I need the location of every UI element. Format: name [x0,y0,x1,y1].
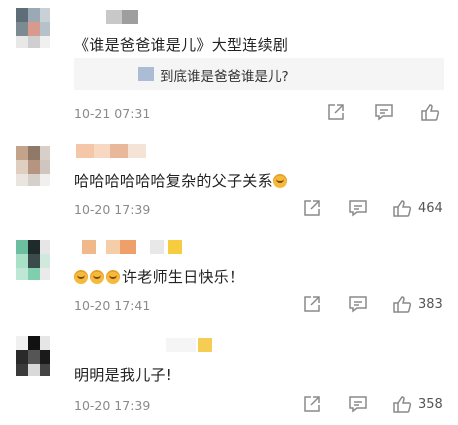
comment-actions: 464 [302,198,452,220]
comment-item: 明明是我儿子! 10-20 17:39 358 [0,328,458,424]
quoted-reply[interactable]: 到底谁是爸爸谁是儿? [74,58,444,90]
comment-time: 10-20 17:41 [74,298,151,313]
comment-actions: 383 [302,294,452,316]
laughing-emoji-icon [272,174,287,188]
comment-text: 许老师生日快乐！ [74,266,244,287]
comment-item: 《谁是爸爸谁是儿》大型连续剧 到底谁是爸爸谁是儿? 10-21 07:31 [0,0,458,125]
laughing-emoji-icon [90,270,104,284]
comment-item: 许老师生日快乐！ 10-20 17:41 383 [0,236,458,320]
like-count: 358 [418,397,443,412]
avatar[interactable] [16,8,50,48]
comment-icon[interactable] [348,198,368,220]
avatar [138,67,154,81]
avatar[interactable] [16,336,50,376]
comment-text: 哈哈哈哈哈哈复杂的父子关系 [74,170,289,191]
avatar[interactable] [16,146,50,186]
comment-text: 明明是我儿子! [74,366,173,384]
comment-text: 《谁是爸爸谁是儿》大型连续剧 [74,36,289,54]
thumbs-up-icon[interactable] [420,102,440,124]
username-blurred[interactable] [76,10,138,24]
comment-icon[interactable] [348,394,368,416]
laughing-emoji-icon [74,270,88,284]
laughing-emoji-icon [106,270,120,284]
username-blurred[interactable] [76,144,156,158]
comment-icon[interactable] [348,294,368,316]
thumbs-up-icon[interactable] [392,198,412,220]
like-count: 383 [418,297,443,312]
thumbs-up-icon[interactable] [392,294,412,316]
avatar[interactable] [16,240,50,280]
thumbs-up-icon[interactable] [392,394,412,416]
share-icon[interactable] [302,294,322,316]
share-icon[interactable] [302,394,322,416]
comment-actions: 358 [302,394,452,416]
comment-actions [326,102,446,124]
comment-text-body: 许老师生日快乐！ [122,268,245,286]
share-icon[interactable] [326,102,346,124]
like-count: 464 [418,201,443,216]
comment-icon[interactable] [374,102,394,124]
quoted-reply-text: 到底谁是爸爸谁是儿? [160,69,289,85]
comment-item: 哈哈哈哈哈哈复杂的父子关系 10-20 17:39 464 [0,140,458,230]
comment-time: 10-20 17:39 [74,398,151,413]
comment-time: 10-20 17:39 [74,202,151,217]
username-blurred[interactable] [76,240,186,254]
comment-text-body: 哈哈哈哈哈哈复杂的父子关系 [74,172,273,190]
comment-time: 10-21 07:31 [74,106,151,121]
username-blurred[interactable] [76,338,216,352]
share-icon[interactable] [302,198,322,220]
